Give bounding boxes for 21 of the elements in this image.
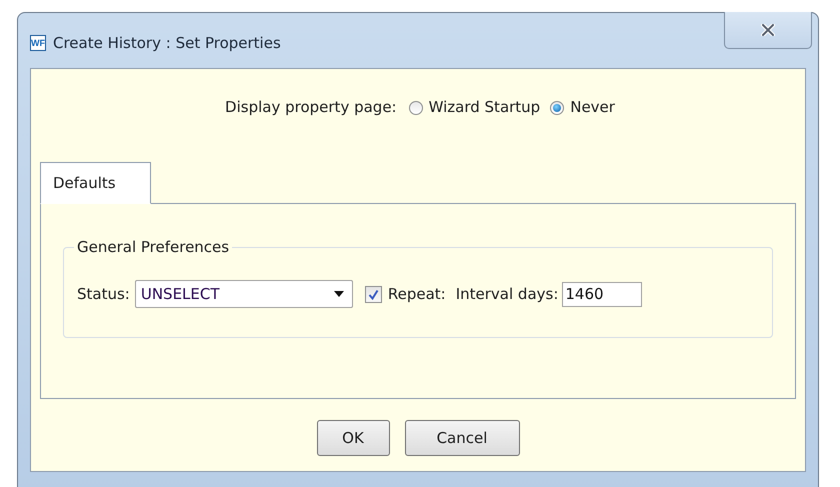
- dialog-button[interactable]: OK: [316, 420, 390, 456]
- checkmark-icon: [368, 288, 379, 300]
- caret-icon: [334, 291, 344, 297]
- tab[interactable]: Defaults: [40, 162, 151, 204]
- interval-field[interactable]: 1460: [562, 282, 642, 306]
- close-button[interactable]: [724, 12, 812, 49]
- status-value: UNSELECT: [140, 284, 220, 305]
- repeat-checkbox[interactable]: [364, 286, 382, 302]
- radio-label[interactable]: Never: [570, 96, 615, 119]
- display-property-label: Display property page:: [225, 97, 397, 118]
- repeat-label[interactable]: Repeat:: [388, 282, 446, 306]
- status-dropdown[interactable]: UNSELECT: [134, 280, 353, 308]
- app-icon: WF: [30, 35, 46, 52]
- radio-button[interactable]: [550, 100, 564, 114]
- interval-label: Interval days:: [456, 284, 558, 305]
- dialog-button[interactable]: Cancel: [404, 420, 520, 456]
- status-label: Status:: [77, 284, 130, 305]
- window-title: Create History : Set Properties: [53, 33, 281, 54]
- radio-label[interactable]: Wizard Startup: [428, 96, 540, 119]
- close-icon: [761, 24, 775, 36]
- radio-button[interactable]: [408, 100, 423, 114]
